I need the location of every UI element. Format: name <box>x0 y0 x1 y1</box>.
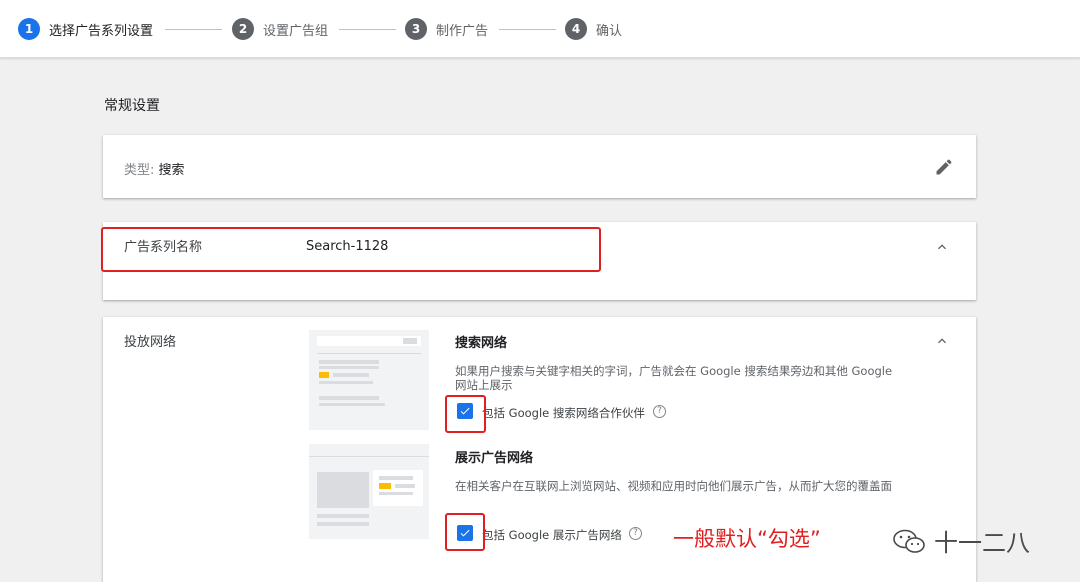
step-connector <box>339 29 396 30</box>
step-1[interactable]: 1 选择广告系列设置 <box>18 18 153 40</box>
display-network-thumbnail <box>309 444 429 539</box>
step-3-number: 3 <box>405 18 427 40</box>
search-network-description: 如果用户搜索与关键字相关的字词，广告就会在 Google 搜索结果旁边和其他 G… <box>455 364 893 392</box>
thumbnail-line <box>379 492 413 495</box>
annotation-box-display-checkbox <box>445 513 485 551</box>
step-3[interactable]: 3 制作广告 <box>405 18 488 40</box>
display-network-description: 在相关客户在互联网上浏览网站、视频和应用时向他们展示广告，从而扩大您的覆盖面 <box>455 479 892 493</box>
thumbnail-line <box>333 373 369 377</box>
wechat-icon <box>893 529 925 553</box>
thumbnail-line <box>319 403 385 406</box>
chevron-up-icon[interactable] <box>934 333 950 349</box>
campaign-stepper: 1 选择广告系列设置 2 设置广告组 3 制作广告 4 确认 <box>0 0 1080 58</box>
thumbnail-line <box>379 476 413 480</box>
annotation-box-campaign-name <box>101 227 601 272</box>
thumbnail-line <box>319 396 379 400</box>
thumbnail-divider <box>317 353 421 354</box>
display-network-label: 包括 Google 展示广告网络 <box>482 528 622 542</box>
watermark: 十一二八 <box>892 523 1030 558</box>
step-4-label: 确认 <box>596 23 623 39</box>
help-icon[interactable]: ? <box>653 405 666 418</box>
thumbnail-line <box>317 514 369 518</box>
step-3-label: 制作广告 <box>436 23 489 39</box>
thumbnail-ad-marker <box>319 372 329 378</box>
search-network-thumbnail <box>309 330 429 430</box>
thumbnail-image-block <box>317 472 369 508</box>
thumbnail-line <box>319 381 373 384</box>
campaign-type-value: 搜索 <box>158 163 185 178</box>
step-2-label: 设置广告组 <box>263 23 329 39</box>
section-title: 常规设置 <box>104 98 160 114</box>
annotation-box-search-checkbox <box>445 395 486 433</box>
chevron-up-icon[interactable] <box>934 239 950 255</box>
thumbnail-ad-marker <box>379 483 391 489</box>
pencil-icon[interactable] <box>934 157 954 177</box>
step-2[interactable]: 2 设置广告组 <box>232 18 328 40</box>
watermark-text: 十一二八 <box>934 529 1030 557</box>
thumbnail-line <box>395 484 415 488</box>
step-1-label: 选择广告系列设置 <box>49 23 154 39</box>
network-label: 投放网络 <box>124 335 177 350</box>
step-connector <box>499 29 556 30</box>
display-network-title: 展示广告网络 <box>455 451 534 466</box>
thumbnail-line <box>317 522 369 526</box>
step-connector <box>165 29 222 30</box>
campaign-type-key: 类型: <box>124 163 155 178</box>
thumbnail-search-button <box>403 338 417 344</box>
step-2-number: 2 <box>232 18 254 40</box>
search-network-title: 搜索网络 <box>455 336 508 351</box>
step-4-number: 4 <box>565 18 587 40</box>
annotation-text: 一般默认“勾选” <box>673 527 821 551</box>
campaign-type-row: 类型: 搜索 <box>124 159 185 178</box>
step-1-number: 1 <box>18 18 40 40</box>
thumbnail-line <box>319 366 379 369</box>
step-4[interactable]: 4 确认 <box>565 18 622 40</box>
thumbnail-divider <box>309 456 429 457</box>
campaign-type-card[interactable]: 类型: 搜索 <box>103 135 976 198</box>
search-partners-label: 包括 Google 搜索网络合作伙伴 <box>482 406 645 420</box>
thumbnail-line <box>319 360 379 364</box>
network-card: 投放网络 搜索网络 如果用户搜索与关键字相关的字词，广告就会在 Google 搜… <box>103 317 976 582</box>
help-icon[interactable]: ? <box>629 527 642 540</box>
